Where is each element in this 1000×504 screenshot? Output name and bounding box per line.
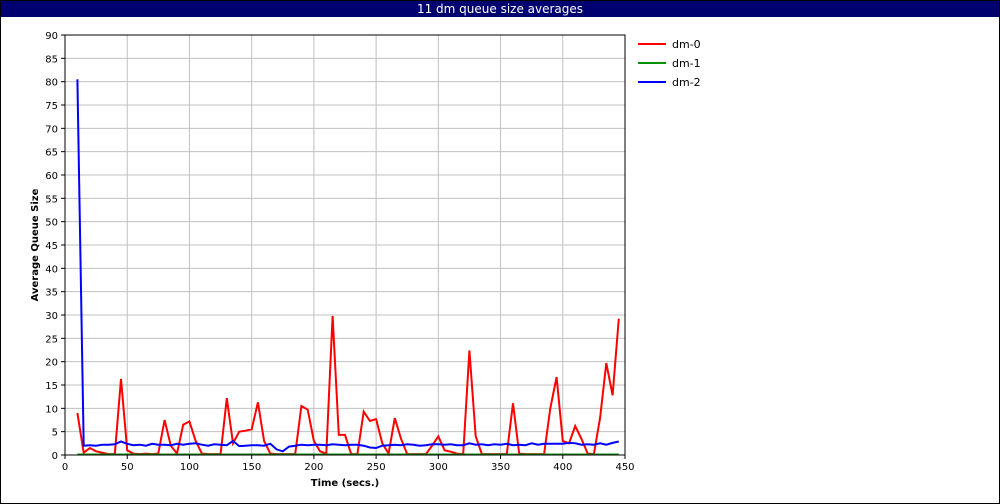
y-tick-label: 90 <box>45 31 58 42</box>
y-axis-label: Average Queue Size <box>30 188 41 301</box>
x-tick-label: 150 <box>242 462 261 473</box>
y-tick-label: 70 <box>45 124 58 135</box>
y-tick-label: 40 <box>45 264 58 275</box>
y-tick-label: 20 <box>45 358 58 369</box>
y-tick-label: 80 <box>45 78 58 89</box>
y-tick-label: 65 <box>45 148 58 159</box>
x-tick-label: 300 <box>429 462 448 473</box>
y-tick-label: 15 <box>45 381 58 392</box>
y-tick-label: 25 <box>45 334 58 345</box>
y-tick-label: 5 <box>52 428 58 439</box>
legend: dm-0 dm-1 dm-2 <box>638 38 701 89</box>
y-tick-label: 30 <box>45 311 58 322</box>
x-tick-label: 100 <box>180 462 199 473</box>
y-tick-label: 60 <box>45 171 58 182</box>
x-tick-label: 450 <box>615 462 634 473</box>
x-tick-label: 250 <box>367 462 386 473</box>
x-tick-label: 50 <box>121 462 134 473</box>
legend-label-dm-2: dm-2 <box>672 76 701 89</box>
y-tick-label: 0 <box>52 451 58 462</box>
legend-label-dm-0: dm-0 <box>672 38 701 51</box>
y-tick-label: 35 <box>45 288 58 299</box>
x-tick-label: 200 <box>304 462 323 473</box>
x-tick-label: 0 <box>62 462 68 473</box>
legend-label-dm-1: dm-1 <box>672 57 701 70</box>
y-tick-label: 45 <box>45 241 58 252</box>
x-tick-label: 400 <box>553 462 572 473</box>
y-tick-label: 10 <box>45 404 58 415</box>
y-tick-label: 75 <box>45 101 58 112</box>
line-chart: 0 50 100 150 200 250 300 350 400 450 0 5 10 15 20 25 30 3… <box>30 31 701 489</box>
y-tick-label: 50 <box>45 218 58 229</box>
x-tick-label: 350 <box>491 462 510 473</box>
y-tick-label: 85 <box>45 54 58 65</box>
x-axis-label: Time (secs.) <box>311 478 380 489</box>
y-tick-label: 55 <box>45 194 58 205</box>
